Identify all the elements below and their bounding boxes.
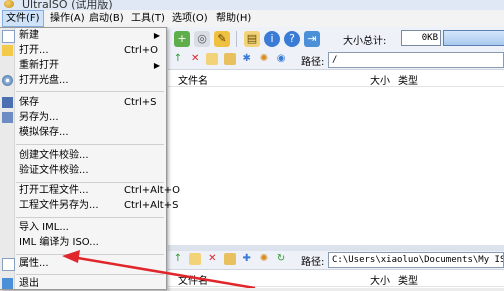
annotation-arrow-shaft: [71, 255, 256, 288]
annotation-arrow-head: [62, 250, 80, 263]
annotation-arrow: [62, 250, 256, 288]
